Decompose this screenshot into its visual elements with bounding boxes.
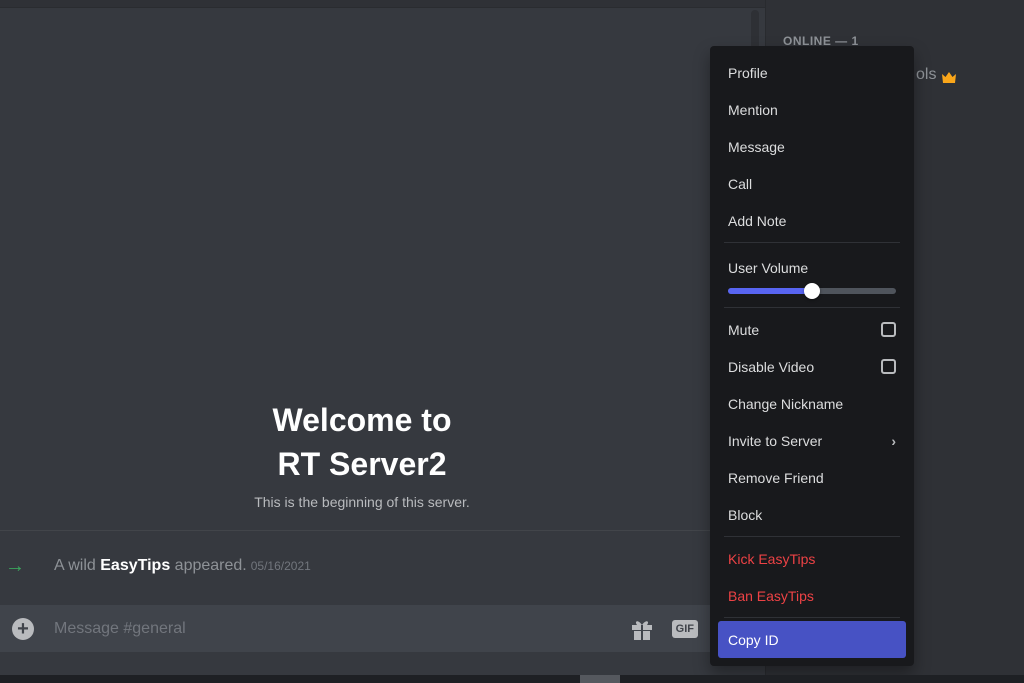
- gif-button[interactable]: GIF: [671, 619, 698, 638]
- user-volume-label: User Volume: [728, 260, 809, 276]
- user-context-menu: Profile Mention Message Call Add Note Us…: [710, 46, 914, 666]
- disable-video-checkbox[interactable]: [881, 359, 896, 374]
- menu-separator: [724, 242, 900, 243]
- menu-label: Copy ID: [728, 631, 779, 648]
- welcome-title-line1: Welcome to: [272, 402, 452, 438]
- horizontal-scrollbar[interactable]: [0, 675, 1024, 683]
- system-join-message: → A wild EasyTips appeared. 05/16/2021: [0, 552, 724, 580]
- arrow-right-icon: →: [5, 554, 25, 577]
- mute-checkbox[interactable]: [881, 322, 896, 337]
- menu-item-message[interactable]: Message: [718, 128, 906, 165]
- menu-separator: [724, 307, 900, 308]
- menu-label: Invite to Server: [728, 432, 823, 449]
- menu-label: Mention: [728, 101, 778, 118]
- menu-label: Change Nickname: [728, 395, 844, 412]
- menu-label: Remove Friend: [728, 469, 824, 486]
- menu-item-change-nickname[interactable]: Change Nickname: [718, 385, 906, 422]
- menu-label: Block: [728, 506, 763, 523]
- add-attachment-icon[interactable]: +: [12, 617, 34, 640]
- menu-item-copy-id[interactable]: Copy ID: [718, 621, 906, 658]
- member-name: ols: [916, 66, 937, 83]
- menu-item-add-note[interactable]: Add Note: [718, 202, 906, 239]
- join-suffix: appeared.: [170, 557, 247, 574]
- menu-label: Profile: [728, 64, 768, 81]
- user-volume-slider[interactable]: [728, 283, 896, 299]
- message-divider: [0, 530, 724, 531]
- gift-icon[interactable]: [630, 618, 654, 640]
- menu-label: Message: [728, 138, 785, 155]
- menu-label: Kick EasyTips: [728, 550, 816, 567]
- crown-icon: [942, 70, 957, 83]
- join-prefix: A wild: [54, 557, 101, 574]
- menu-label: Ban EasyTips: [728, 587, 814, 604]
- user-volume-control: User Volume: [718, 246, 906, 304]
- discord-window: Welcome to RT Server2 This is the beginn…: [0, 0, 1024, 683]
- menu-item-kick[interactable]: Kick EasyTips: [718, 540, 906, 577]
- channel-header: [0, 0, 765, 8]
- join-username[interactable]: EasyTips: [100, 557, 170, 574]
- menu-separator: [724, 536, 900, 537]
- menu-label: Disable Video: [728, 358, 815, 375]
- join-message-text: A wild EasyTips appeared.: [54, 557, 247, 575]
- menu-item-mute[interactable]: Mute: [718, 311, 906, 348]
- menu-item-ban[interactable]: Ban EasyTips: [718, 577, 906, 614]
- menu-item-invite-to-server[interactable]: Invite to Server ›: [718, 422, 906, 459]
- volume-fill: [728, 288, 812, 294]
- menu-item-disable-video[interactable]: Disable Video: [718, 348, 906, 385]
- menu-item-call[interactable]: Call: [718, 165, 906, 202]
- menu-separator: [724, 617, 900, 618]
- welcome-title-line2: RT Server2: [277, 446, 447, 482]
- member-item[interactable]: ols: [916, 66, 957, 84]
- menu-item-block[interactable]: Block: [718, 496, 906, 533]
- menu-label: Call: [728, 175, 753, 192]
- message-timestamp: 05/16/2021: [250, 559, 311, 573]
- menu-label: Mute: [728, 321, 760, 338]
- message-composer[interactable]: + Message #general GIF: [0, 605, 724, 652]
- menu-item-mention[interactable]: Mention: [718, 91, 906, 128]
- message-input[interactable]: Message #general: [54, 620, 630, 638]
- menu-item-remove-friend[interactable]: Remove Friend: [718, 459, 906, 496]
- welcome-subtitle: This is the beginning of this server.: [254, 494, 470, 510]
- chevron-right-icon: ›: [891, 432, 896, 449]
- menu-label: Add Note: [728, 212, 787, 229]
- scrollbar-thumb[interactable]: [580, 675, 620, 683]
- welcome-block: Welcome to RT Server2 This is the beginn…: [0, 398, 724, 510]
- menu-item-profile[interactable]: Profile: [718, 54, 906, 91]
- volume-knob[interactable]: [804, 283, 820, 299]
